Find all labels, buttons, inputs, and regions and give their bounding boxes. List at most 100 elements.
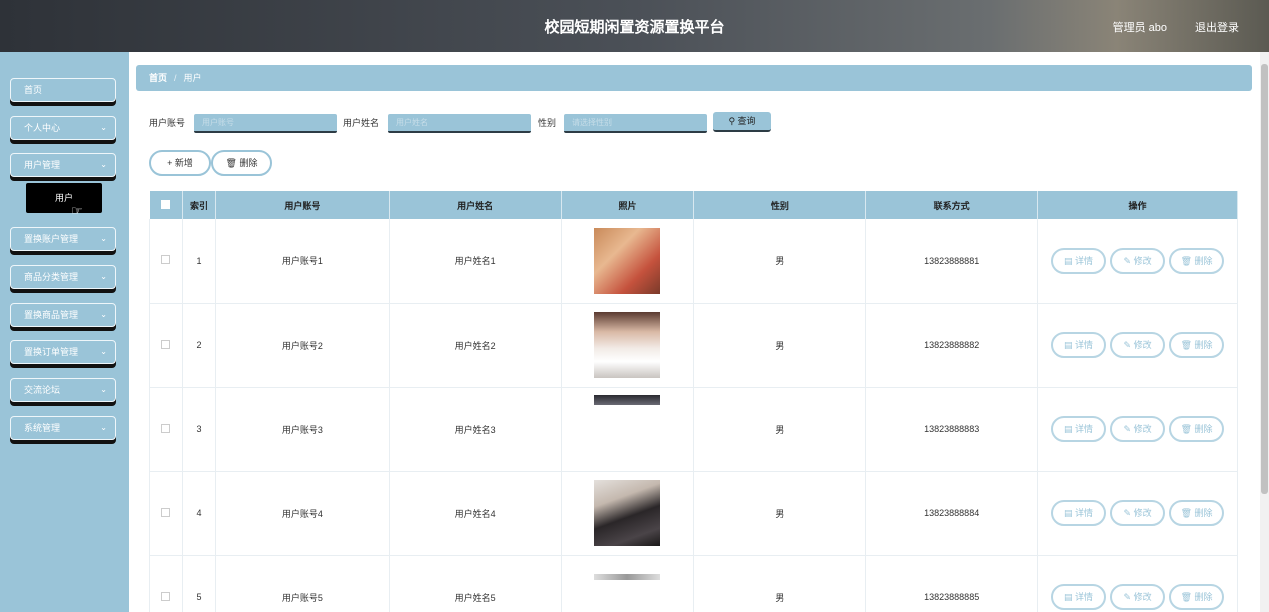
chevron-down-icon: ⌄	[100, 272, 107, 281]
chevron-down-icon: ⌄	[100, 310, 107, 319]
edit-button[interactable]: ✎ 修改	[1110, 584, 1166, 610]
row-delete-button[interactable]: 🗑 删除	[1169, 584, 1225, 610]
chevron-down-icon: ⌄	[100, 423, 107, 432]
sidebar-item-exchange-accounts[interactable]: 置换账户管理 ⌄	[10, 227, 116, 251]
table-row: 2 用户账号2 用户姓名2 男 13823888882 ▤ 详情 ✎ 修改 🗑 删除	[149, 303, 1238, 388]
row-delete-button[interactable]: 🗑 删除	[1169, 416, 1225, 442]
sidebar-item-categories[interactable]: 商品分类管理 ⌄	[10, 265, 116, 289]
cell-account: 用户账号4	[215, 471, 390, 556]
trash-icon: 🗑	[1180, 592, 1192, 602]
add-label: 新增	[174, 158, 193, 168]
trash-icon: 🗑	[225, 158, 237, 168]
edit-button[interactable]: ✎ 修改	[1110, 332, 1166, 358]
edit-button[interactable]: ✎ 修改	[1110, 416, 1166, 442]
document-icon: ▤	[1064, 592, 1073, 602]
row-delete-button[interactable]: 🗑 删除	[1169, 247, 1225, 274]
select-all-checkbox[interactable]	[161, 199, 171, 209]
sidebar-item-forum[interactable]: 交流论坛 ⌄	[10, 378, 116, 402]
cell-photo	[561, 303, 695, 388]
chevron-down-icon: ⌄	[100, 160, 107, 169]
detail-label: 详情	[1075, 255, 1094, 266]
cell-actions: ▤ 详情 ✎ 修改 🗑 删除	[1037, 219, 1238, 304]
row-checkbox[interactable]	[161, 423, 171, 433]
breadcrumb-current: 用户	[183, 73, 202, 83]
search-icon: ⚲	[728, 116, 736, 126]
sidebar-item-label: 个人中心	[24, 123, 61, 133]
trash-icon: 🗑	[1180, 340, 1192, 350]
page-scrollbar[interactable]	[1260, 52, 1269, 612]
user-photo	[594, 227, 661, 294]
detail-button[interactable]: ▤ 详情	[1051, 416, 1107, 442]
user-photo	[594, 395, 661, 406]
cell-gender: 男	[693, 303, 867, 388]
cell-gender: 男	[693, 219, 867, 304]
gender-select[interactable]	[564, 114, 707, 133]
row-checkbox[interactable]	[161, 591, 171, 601]
name-input[interactable]	[388, 114, 531, 133]
sidebar-subitem-user[interactable]: 用户	[26, 183, 102, 213]
detail-label: 详情	[1075, 592, 1094, 602]
pencil-icon: ✎	[1123, 340, 1132, 350]
row-checkbox[interactable]	[161, 339, 171, 349]
cell-account: 用户账号3	[215, 387, 390, 472]
edit-button[interactable]: ✎ 修改	[1110, 247, 1166, 274]
row-select-cell	[149, 219, 183, 304]
delete-button[interactable]: 🗑 删除	[211, 150, 272, 176]
sidebar-item-home[interactable]: 首页	[10, 78, 116, 102]
cell-index: 2	[182, 303, 216, 388]
row-delete-button[interactable]: 🗑 删除	[1169, 500, 1225, 526]
row-delete-label: 删除	[1194, 424, 1213, 434]
sidebar-item-label: 用户管理	[24, 160, 61, 170]
cell-index: 4	[182, 471, 216, 556]
edit-button[interactable]: ✎ 修改	[1110, 500, 1166, 526]
sidebar-item-orders[interactable]: 置换订单管理 ⌄	[10, 340, 116, 364]
sidebar-item-system[interactable]: 系统管理 ⌄	[10, 416, 116, 440]
cell-phone: 13823888882	[865, 303, 1039, 388]
add-button[interactable]: + 新增	[149, 150, 211, 176]
hand-pointer-icon: ☞	[71, 203, 83, 218]
cell-account: 用户账号5	[215, 555, 390, 612]
logout-link[interactable]: 退出登录	[1195, 19, 1239, 35]
plus-icon: +	[167, 158, 173, 168]
sidebar-item-label: 首页	[24, 85, 43, 95]
detail-button[interactable]: ▤ 详情	[1051, 584, 1107, 610]
sidebar-item-products[interactable]: 置换商品管理 ⌄	[10, 303, 116, 327]
edit-label: 修改	[1133, 592, 1152, 602]
header-photo: 照片	[561, 191, 695, 219]
detail-button[interactable]: ▤ 详情	[1051, 500, 1107, 526]
name-label: 用户姓名	[343, 118, 380, 128]
detail-label: 详情	[1075, 424, 1094, 434]
chevron-down-icon: ⌄	[100, 385, 107, 394]
pencil-icon: ✎	[1123, 592, 1132, 602]
pencil-icon: ✎	[1123, 424, 1132, 434]
cell-actions: ▤ 详情 ✎ 修改 🗑 删除	[1037, 471, 1238, 556]
cell-name: 用户姓名5	[389, 555, 562, 612]
breadcrumb-home[interactable]: 首页	[149, 73, 167, 83]
current-user: 管理员 abo	[1112, 22, 1167, 34]
header-account: 用户账号	[215, 191, 390, 219]
top-header: 校园短期闲置资源置换平台 管理员 abo 退出登录	[0, 0, 1269, 52]
account-label: 用户账号	[149, 118, 186, 128]
query-button[interactable]: ⚲ 查询	[713, 112, 771, 132]
sidebar-item-personal[interactable]: 个人中心 ⌄	[10, 116, 116, 140]
sidebar-item-users[interactable]: 用户管理 ⌄	[10, 153, 116, 177]
detail-button[interactable]: ▤ 详情	[1051, 247, 1107, 274]
scrollbar-thumb[interactable]	[1261, 64, 1268, 494]
edit-label: 修改	[1133, 508, 1152, 518]
document-icon: ▤	[1064, 340, 1073, 350]
header-name: 用户姓名	[389, 191, 562, 219]
table-row: 1 用户账号1 用户姓名1 男 13823888881 ▤ 详情 ✎ 修改 🗑 删除	[149, 219, 1238, 304]
row-delete-button[interactable]: 🗑 删除	[1169, 332, 1225, 358]
sidebar-item-label: 置换订单管理	[24, 347, 79, 357]
cell-photo	[561, 555, 695, 612]
pencil-icon: ✎	[1123, 255, 1132, 266]
detail-button[interactable]: ▤ 详情	[1051, 332, 1107, 358]
header-index: 索引	[182, 191, 216, 219]
edit-label: 修改	[1133, 340, 1152, 350]
account-input[interactable]	[194, 114, 337, 133]
row-checkbox[interactable]	[161, 255, 171, 265]
cell-name: 用户姓名3	[389, 387, 562, 472]
row-checkbox[interactable]	[161, 507, 171, 517]
row-select-cell	[149, 387, 183, 472]
cell-actions: ▤ 详情 ✎ 修改 🗑 删除	[1037, 387, 1238, 472]
